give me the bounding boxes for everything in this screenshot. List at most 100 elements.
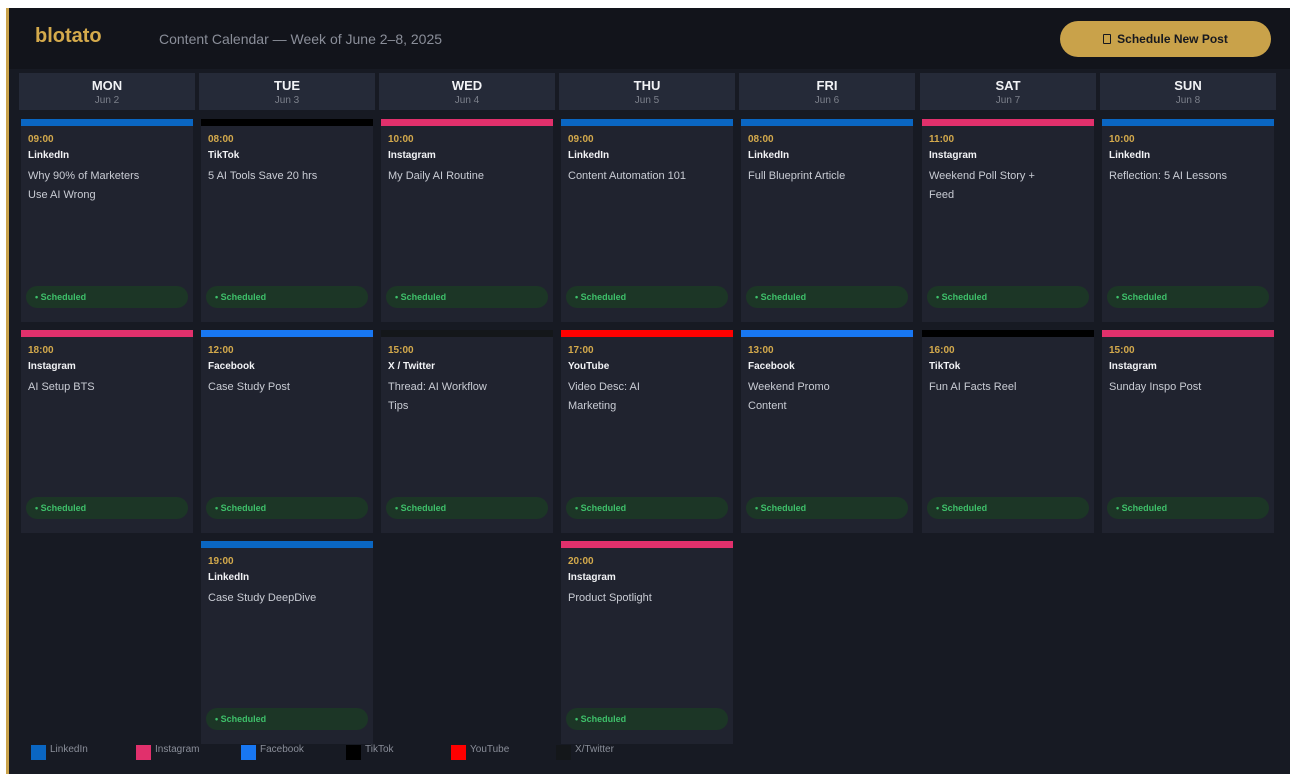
platform-stripe — [561, 119, 733, 126]
status-badge: • Scheduled — [206, 708, 368, 730]
post-card[interactable]: 09:00 LinkedIn Why 90% of Marketers Use AI… — [21, 119, 193, 322]
post-time: 09:00 — [568, 134, 594, 145]
post-time: 17:00 — [568, 345, 594, 356]
day-header-sun: SUN Jun 8 — [1100, 73, 1276, 110]
post-title: Sunday Inspo Post — [1109, 381, 1202, 393]
day-header-wed: WED Jun 4 — [379, 73, 555, 110]
day-date: Jun 7 — [995, 95, 1021, 106]
post-platform: Instagram — [388, 150, 436, 161]
post-title: Video Desc: AI Marketing — [568, 381, 640, 412]
legend-swatch — [241, 745, 256, 760]
day-name: FRI — [816, 78, 838, 93]
post-time: 18:00 — [28, 345, 54, 356]
post-time: 12:00 — [208, 345, 234, 356]
post-platform: TikTok — [929, 361, 961, 372]
calendar-icon — [1103, 34, 1112, 44]
legend-swatch — [31, 745, 46, 760]
post-time: 20:00 — [568, 556, 594, 567]
post-title: Case Study Post — [208, 381, 290, 393]
schedule-new-post-button[interactable]: Schedule New Post — [1060, 21, 1271, 57]
post-card[interactable]: 15:00 X / Twitter Thread: AI Workflow Tips… — [381, 330, 553, 533]
post-card[interactable]: 08:00 TikTok 5 AI Tools Save 20 hrs • Sched… — [201, 119, 373, 322]
platform-stripe — [741, 119, 913, 126]
legend-swatch — [556, 745, 571, 760]
post-title: AI Setup BTS — [28, 381, 95, 393]
status-badge: • Scheduled — [386, 286, 548, 308]
post-title: Fun AI Facts Reel — [929, 381, 1017, 393]
post-title: Reflection: 5 AI Lessons — [1109, 170, 1228, 182]
legend-label: TikTok — [365, 744, 394, 755]
status-badge: • Scheduled — [927, 286, 1089, 308]
platform-stripe — [922, 119, 1094, 126]
post-card[interactable]: 17:00 YouTube Video Desc: AI Marketing • Sc… — [561, 330, 733, 533]
post-time: 15:00 — [388, 345, 414, 356]
platform-stripe — [381, 330, 553, 337]
post-card[interactable]: 18:00 Instagram AI Setup BTS • Scheduled — [21, 330, 193, 533]
post-time: 11:00 — [929, 134, 955, 145]
legend-swatch — [136, 745, 151, 760]
day-header-mon: MON Jun 2 — [19, 73, 195, 110]
post-title: My Daily AI Routine — [388, 170, 484, 182]
post-time: 19:00 — [208, 556, 234, 567]
legend-label: YouTube — [470, 744, 510, 755]
post-card[interactable]: 09:00 LinkedIn Content Automation 101 • Sch… — [561, 119, 733, 322]
day-date: Jun 2 — [94, 95, 120, 106]
post-title: Thread: AI Workflow Tips — [388, 381, 487, 412]
legend-item: Instagram — [136, 744, 199, 762]
platform-stripe — [741, 330, 913, 337]
post-platform: YouTube — [568, 361, 610, 372]
post-card[interactable]: 16:00 TikTok Fun AI Facts Reel • Scheduled — [922, 330, 1094, 533]
day-name: THU — [633, 78, 661, 93]
day-date: Jun 8 — [1175, 95, 1201, 106]
post-card[interactable]: 12:00 Facebook Case Study Post • Scheduled — [201, 330, 373, 533]
status-badge: • Scheduled — [386, 497, 548, 519]
platform-stripe — [381, 119, 553, 126]
calendar-frame: blotato Content Calendar — Week of June … — [6, 8, 1290, 774]
post-title: Product Spotlight — [568, 592, 652, 604]
post-title: Content Automation 101 — [568, 170, 687, 182]
day-header-thu: THU Jun 5 — [559, 73, 735, 110]
status-badge: • Scheduled — [206, 286, 368, 308]
post-platform: LinkedIn — [28, 150, 70, 161]
day-name: MON — [91, 78, 123, 93]
day-date: Jun 3 — [274, 95, 300, 106]
legend-label: X/Twitter — [575, 744, 614, 755]
post-title: Full Blueprint Article — [748, 170, 846, 182]
status-badge: • Scheduled — [566, 497, 728, 519]
legend-label: Facebook — [260, 744, 304, 755]
platform-stripe — [922, 330, 1094, 337]
post-time: 08:00 — [748, 134, 774, 145]
day-date: Jun 6 — [814, 95, 840, 106]
status-badge: • Scheduled — [746, 497, 908, 519]
status-badge: • Scheduled — [1107, 286, 1269, 308]
post-card[interactable]: 15:00 Instagram Sunday Inspo Post • Schedul… — [1102, 330, 1274, 533]
post-title: Why 90% of Marketers Use AI Wrong — [28, 170, 140, 201]
post-card[interactable]: 11:00 Instagram Weekend Poll Story + Feed •… — [922, 119, 1094, 322]
post-platform: Facebook — [208, 361, 255, 372]
post-title: 5 AI Tools Save 20 hrs — [208, 170, 318, 182]
post-title: Case Study DeepDive — [208, 592, 317, 604]
platform-stripe — [1102, 119, 1274, 126]
platform-stripe — [561, 330, 733, 337]
post-card[interactable]: 10:00 LinkedIn Reflection: 5 AI Lessons • S… — [1102, 119, 1274, 322]
post-card[interactable]: 08:00 LinkedIn Full Blueprint Article • Sch… — [741, 119, 913, 322]
legend-item: X/Twitter — [556, 744, 614, 762]
post-time: 10:00 — [1109, 134, 1135, 145]
post-card[interactable]: 10:00 Instagram My Daily AI Routine • Sched… — [381, 119, 553, 322]
legend-label: Instagram — [155, 744, 200, 755]
app-header: blotato Content Calendar — Week of June … — [9, 8, 1290, 69]
status-badge: • Scheduled — [26, 286, 188, 308]
post-platform: Instagram — [929, 150, 977, 161]
day-name: SUN — [1174, 78, 1202, 93]
post-time: 15:00 — [1109, 345, 1135, 356]
post-card[interactable]: 13:00 Facebook Weekend Promo Content • Sche… — [741, 330, 913, 533]
post-title: Weekend Promo Content — [748, 381, 830, 412]
post-card[interactable]: 20:00 Instagram Product Spotlight • Schedul… — [561, 541, 733, 744]
status-badge: • Scheduled — [206, 497, 368, 519]
post-card[interactable]: 19:00 LinkedIn Case Study DeepDive • Schedu… — [201, 541, 373, 744]
post-platform: Instagram — [568, 572, 616, 583]
post-time: 09:00 — [28, 134, 54, 145]
post-platform: TikTok — [208, 150, 240, 161]
legend-item: Facebook — [241, 744, 304, 762]
status-badge: • Scheduled — [1107, 497, 1269, 519]
